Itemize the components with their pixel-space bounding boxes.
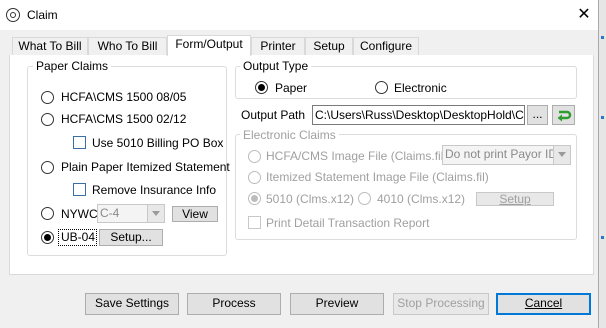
nywc-radio[interactable] [41, 207, 54, 220]
ub04-radio[interactable] [41, 231, 54, 244]
hcfa-0212-radio[interactable] [41, 113, 54, 126]
process-label: Process [212, 296, 256, 310]
payor-id-select-value: Do not print Payor ID [445, 147, 558, 161]
save-settings-button[interactable]: Save Settings [85, 293, 179, 315]
output-paper-radio[interactable] [255, 81, 268, 94]
itemized-image-radio[interactable] [248, 171, 261, 184]
electronic-claims-legend: Electronic Claims [240, 128, 339, 142]
plain-paper-radio[interactable] [41, 161, 54, 174]
stop-processing-label: Stop Processing [397, 296, 485, 310]
nywc-form-select[interactable]: C-4 [97, 204, 165, 223]
x12-4010-label: 4010 (Clms.x12) [377, 192, 466, 206]
edge-marker [601, 236, 604, 239]
tab-label: Configure [359, 39, 413, 53]
output-paper-label: Paper [275, 81, 308, 95]
x12-5010-radio[interactable] [248, 192, 261, 205]
output-path-value: C:\Users\Russ\Desktop\DesktopHold\CLAIMS… [315, 108, 524, 122]
output-electronic-radio[interactable] [375, 81, 388, 94]
process-button[interactable]: Process [187, 293, 281, 315]
x12-5010-label: 5010 (Clms.x12) [266, 192, 355, 206]
app-icon [6, 8, 20, 22]
itemized-image-label: Itemized Statement Image File (Claims.fi… [266, 170, 489, 184]
ub04-label: UB-04 [61, 230, 96, 244]
x12-4010-radio[interactable] [358, 192, 371, 205]
output-path-field[interactable]: C:\Users\Russ\Desktop\DesktopHold\CLAIMS… [312, 105, 525, 125]
tab-label: What To Bill [18, 39, 82, 53]
tab-configure[interactable]: Configure [353, 37, 419, 55]
use-5010-po-box-label: Use 5010 Billing PO Box [92, 136, 224, 150]
preview-button[interactable]: Preview [290, 293, 384, 315]
plain-paper-label: Plain Paper Itemized Statement [61, 160, 230, 174]
refresh-icon [557, 110, 572, 122]
tab-who-to-bill[interactable]: Who To Bill [88, 37, 167, 55]
tab-label: Setup [313, 39, 345, 53]
tab-printer[interactable]: Printer [251, 37, 305, 55]
chevron-down-icon [553, 146, 570, 164]
use-5010-po-box-checkbox[interactable] [73, 136, 86, 149]
remove-insurance-checkbox[interactable] [73, 183, 86, 196]
electronic-setup-button[interactable]: Setup [476, 192, 554, 206]
tab-label: Printer [260, 39, 296, 53]
save-settings-label: Save Settings [94, 296, 170, 310]
refresh-button[interactable] [552, 105, 575, 125]
remove-insurance-label: Remove Insurance Info [92, 183, 217, 197]
output-path-label: Output Path [241, 108, 306, 122]
electronic-setup-button-label: Setup [499, 192, 531, 206]
edge-marker [601, 116, 604, 119]
payor-id-select[interactable]: Do not print Payor ID [442, 145, 571, 165]
hcfa-0805-radio[interactable] [41, 91, 54, 104]
chevron-down-icon [147, 205, 164, 222]
edge-marker [601, 36, 604, 39]
window-title: Claim [27, 8, 58, 22]
ub04-setup-button-label: Setup... [110, 230, 152, 244]
nywc-form-select-value: C-4 [100, 206, 120, 220]
cancel-button[interactable]: Cancel [496, 293, 591, 315]
preview-label: Preview [315, 296, 359, 310]
tab-what-to-bill[interactable]: What To Bill [12, 37, 88, 55]
tab-label: Who To Bill [97, 39, 158, 53]
hcfa-image-label: HCFA/CMS Image File (Claims.fil) [266, 149, 448, 163]
paper-claims-legend: Paper Claims [33, 59, 112, 73]
browse-button[interactable]: ... [527, 105, 548, 125]
hcfa-0805-label: HCFA\CMS 1500 08/05 [61, 90, 187, 104]
stop-processing-button[interactable]: Stop Processing [393, 293, 489, 315]
cancel-label: Cancel [524, 296, 563, 310]
claim-window: Claim ✕ What To Bill Who To Bill Form/Ou… [0, 0, 599, 328]
print-detail-checkbox[interactable] [248, 216, 261, 229]
browse-button-label: ... [532, 107, 543, 121]
view-button[interactable]: View [172, 206, 218, 222]
print-detail-label: Print Detail Transaction Report [266, 216, 430, 230]
hcfa-0212-label: HCFA\CMS 1500 02/12 [61, 112, 187, 126]
tab-setup[interactable]: Setup [305, 37, 353, 55]
tab-form-output[interactable]: Form/Output [167, 35, 251, 56]
output-electronic-label: Electronic [394, 81, 447, 95]
ub04-setup-button[interactable]: Setup... [99, 229, 163, 246]
title-bar: Claim ✕ [0, 0, 598, 30]
tab-label: Form/Output [175, 37, 243, 51]
hcfa-image-radio[interactable] [248, 150, 261, 163]
view-button-label: View [182, 207, 208, 221]
nywc-label: NYWC [61, 207, 98, 221]
close-icon[interactable]: ✕ [574, 6, 594, 24]
background-window-edge [599, 0, 606, 328]
output-type-legend: Output Type [240, 59, 312, 73]
